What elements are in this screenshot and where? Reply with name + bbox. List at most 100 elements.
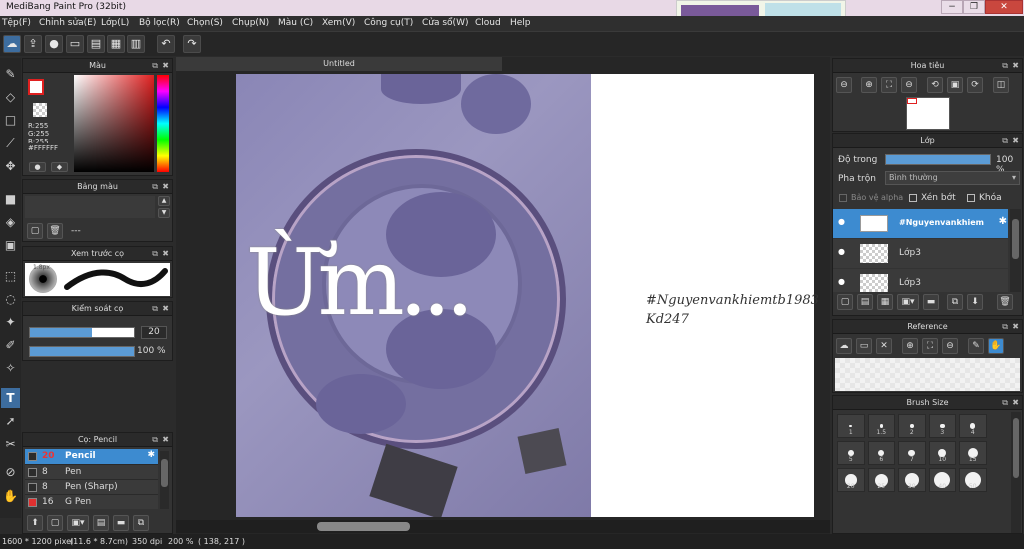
new-8bit-layer-icon[interactable]: ▦ — [877, 294, 893, 310]
gradient-tool-icon[interactable]: ▣ — [1, 235, 20, 255]
brush-folder-icon[interactable]: ▬ — [113, 515, 129, 531]
ref-zoom-in-icon[interactable]: ⊕ — [902, 338, 918, 354]
brush-item-pen[interactable]: 8 Pen — [25, 464, 158, 479]
scroll-thumb[interactable] — [161, 459, 168, 487]
delete-palette-icon[interactable]: 🗑 — [47, 223, 63, 239]
close-panel-icon[interactable]: ✖ — [1012, 59, 1019, 73]
new-layer-icon[interactable]: ▢ — [837, 294, 853, 310]
scroll-thumb[interactable] — [1013, 418, 1019, 478]
page-icon[interactable]: ▤ — [87, 35, 105, 53]
reset-view-icon[interactable]: ▣ — [947, 77, 963, 93]
rectangle-tool-icon[interactable]: □ — [1, 110, 20, 130]
palette-swatch-area[interactable] — [25, 196, 155, 218]
menu-layer[interactable]: Lớp(L) — [101, 18, 129, 28]
rotate-right-icon[interactable]: ⟳ — [967, 77, 983, 93]
menu-view[interactable]: Xem(V) — [322, 18, 355, 28]
lasso-tool-icon[interactable]: ◌ — [1, 289, 20, 309]
close-panel-icon[interactable]: ✖ — [162, 180, 169, 194]
layer-row[interactable]: ● Lớp3 — [833, 269, 1008, 292]
zoom-in-icon[interactable]: ⊕ — [861, 77, 877, 93]
menu-edit[interactable]: Chỉnh sửa(E) — [39, 18, 96, 28]
new-brush-icon[interactable]: ▢ — [47, 515, 63, 531]
close-panel-icon[interactable]: ✖ — [162, 247, 169, 261]
add-brush-icon[interactable]: ⬆ — [27, 515, 43, 531]
undo-icon[interactable]: ↶ — [157, 35, 175, 53]
brush-settings-icon[interactable]: ✱ — [147, 450, 155, 460]
brush-size-option[interactable]: 1 — [837, 414, 865, 438]
canvas-area[interactable]: Untitled Ừm... #Nguyenvankhiemtb1983 Kd2… — [176, 57, 830, 535]
layer-list-scrollbar[interactable] — [1010, 209, 1021, 292]
undock-icon[interactable]: ⧉ — [152, 247, 158, 261]
brush-size-slider[interactable] — [29, 327, 135, 338]
primary-color-swatch[interactable] — [28, 79, 44, 95]
brush-properties-icon[interactable]: ▤ — [93, 515, 109, 531]
brush-size-option[interactable]: 15 — [959, 441, 987, 465]
layer-row[interactable]: ● Lớp3 — [833, 239, 1008, 268]
new-halftone-layer-icon[interactable]: ▤ — [857, 294, 873, 310]
zoom-minus-icon[interactable]: ⊖ — [901, 77, 917, 93]
layer-folder-icon[interactable]: ▬ — [923, 294, 939, 310]
open-reference-icon[interactable]: ▭ — [856, 338, 872, 354]
transparent-color-swatch[interactable] — [33, 103, 47, 117]
rotate-left-icon[interactable]: ⟲ — [927, 77, 943, 93]
brush-tool-icon[interactable]: ✎ — [1, 64, 20, 84]
select-eraser-tool-icon[interactable]: ✧ — [1, 358, 20, 378]
brush-size-option[interactable]: 20 — [837, 468, 865, 492]
brush-size-scrollbar[interactable] — [1011, 412, 1021, 533]
color-swap-button[interactable]: ◆ — [51, 162, 68, 172]
brush-size-option[interactable]: 30 — [898, 468, 926, 492]
scroll-thumb[interactable] — [317, 522, 410, 531]
delete-layer-icon[interactable]: 🗑 — [997, 294, 1013, 310]
close-panel-icon[interactable]: ✖ — [1012, 134, 1019, 148]
brush-size-option[interactable]: 50 — [959, 468, 987, 492]
close-panel-icon[interactable]: ✖ — [1012, 396, 1019, 410]
fit-window-icon[interactable]: ⛶ — [881, 77, 897, 93]
ref-zoom-out-icon[interactable]: ⊖ — [942, 338, 958, 354]
share-icon[interactable]: ⇪ — [24, 35, 42, 53]
brush-opacity-slider[interactable] — [29, 346, 135, 357]
minimize-button[interactable]: − — [941, 0, 963, 14]
close-reference-icon[interactable]: ✕ — [876, 338, 892, 354]
grid-icon[interactable]: ▦ — [107, 35, 125, 53]
menu-cloud[interactable]: Cloud — [475, 18, 501, 28]
menu-filter[interactable]: Bộ lọc(R) — [139, 18, 180, 28]
undock-icon[interactable]: ⧉ — [152, 180, 158, 194]
ref-fit-icon[interactable]: ⛶ — [922, 338, 938, 354]
navigator-thumbnail[interactable] — [906, 97, 950, 130]
undock-icon[interactable]: ⧉ — [1002, 59, 1008, 73]
brush-size-option[interactable]: 10 — [928, 441, 956, 465]
select-pen-tool-icon[interactable]: ✐ — [1, 335, 20, 355]
blend-mode-select[interactable]: Bình thường ▾ — [885, 171, 1020, 185]
add-layer-menu-icon[interactable]: ▣▾ — [897, 294, 919, 310]
eraser-tool-icon[interactable]: ◇ — [1, 87, 20, 107]
document-tab[interactable]: Untitled — [176, 57, 502, 71]
flip-icon[interactable]: ◫ — [993, 77, 1009, 93]
menu-select[interactable]: Chọn(S) — [187, 18, 223, 28]
bucket-tool-icon[interactable]: ◈ — [1, 212, 20, 232]
duplicate-layer-icon[interactable]: ⧉ — [947, 294, 963, 310]
saturation-value-picker[interactable] — [74, 75, 154, 172]
hand-tool-icon[interactable]: ✋ — [1, 486, 20, 506]
text-tool-icon[interactable]: T — [1, 388, 20, 408]
document-canvas[interactable]: Ừm... #Nguyenvankhiemtb1983 Kd247 — [236, 74, 819, 517]
select-tool-icon[interactable]: ⬚ — [1, 266, 20, 286]
brush-size-option[interactable]: 25 — [867, 468, 895, 492]
brush-size-option[interactable]: 2 — [898, 414, 926, 438]
zoom-out-icon[interactable]: ⊖ — [836, 77, 852, 93]
brush-size-value[interactable]: 20 — [141, 326, 167, 339]
fill-rect-tool-icon[interactable]: ■ — [1, 189, 20, 209]
menu-help[interactable]: Help — [510, 18, 531, 28]
maximize-button[interactable]: ❐ — [963, 0, 985, 14]
menu-window[interactable]: Cửa sổ(W) — [422, 18, 468, 28]
magic-wand-tool-icon[interactable]: ✦ — [1, 312, 20, 332]
menu-capture[interactable]: Chụp(N) — [232, 18, 269, 28]
scroll-down-icon[interactable]: ▼ — [158, 208, 170, 218]
scroll-up-icon[interactable]: ▲ — [158, 196, 170, 206]
line-tool-icon[interactable]: ⟋ — [1, 133, 20, 153]
clipping-checkbox[interactable] — [909, 194, 917, 202]
operation-tool-icon[interactable]: ➚ — [1, 411, 20, 431]
close-panel-icon[interactable]: ✖ — [162, 433, 169, 447]
undock-icon[interactable]: ⧉ — [152, 433, 158, 447]
horizontal-scrollbar[interactable] — [176, 520, 830, 533]
brush-size-option[interactable]: 5 — [837, 441, 865, 465]
